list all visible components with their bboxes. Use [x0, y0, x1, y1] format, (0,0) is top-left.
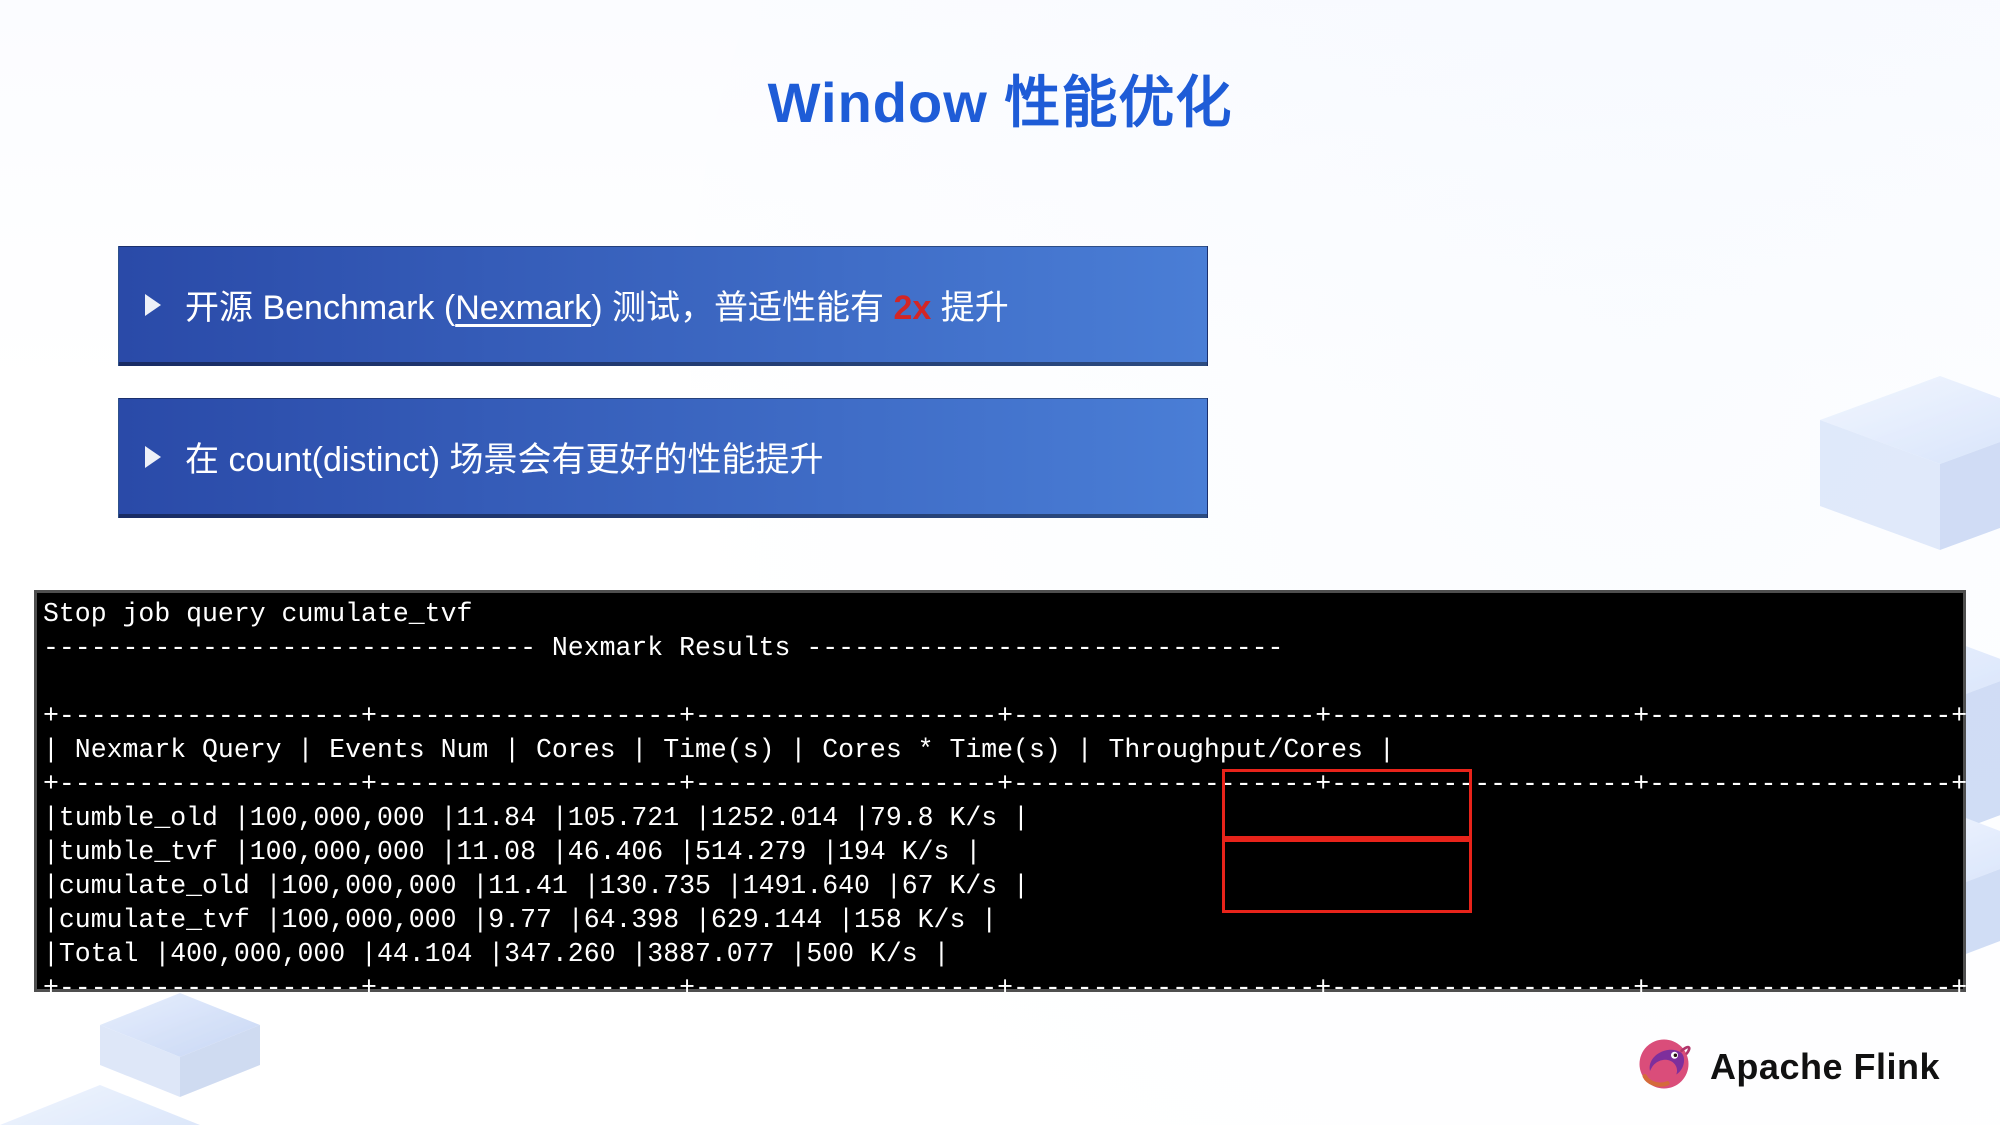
terminal-blank — [43, 665, 1957, 699]
terminal-header-row: | Nexmark Query | Events Num | Cores | T… — [43, 733, 1957, 767]
table-row: |tumble_tvf |100,000,000 |11.08 |46.406 … — [43, 835, 1957, 869]
bullet-list: 开源 Benchmark (Nexmark) 测试，普适性能有 2x 提升 在 … — [118, 246, 1208, 550]
bullet-1-link: Nexmark — [455, 289, 591, 327]
chevron-right-icon — [145, 294, 161, 316]
table-row: |cumulate_tvf |100,000,000 |9.77 |64.398… — [43, 903, 1957, 937]
terminal-line-hr: ------------------------------- Nexmark … — [43, 631, 1957, 665]
footer-brand: Apache Flink — [1636, 1036, 1940, 1097]
flink-logo-icon — [1636, 1036, 1692, 1097]
terminal-sep-mid: +-------------------+-------------------… — [43, 767, 1957, 801]
bullet-1: 开源 Benchmark (Nexmark) 测试，普适性能有 2x 提升 — [118, 246, 1208, 366]
bullet-1-text: 开源 Benchmark (Nexmark) 测试，普适性能有 2x 提升 — [185, 280, 1009, 329]
terminal-line-stop: Stop job query cumulate_tvf — [43, 597, 1957, 631]
bullet-1-highlight: 2x — [893, 289, 931, 327]
table-row: |cumulate_old |100,000,000 |11.41 |130.7… — [43, 869, 1957, 903]
bullet-1-pre: 开源 Benchmark ( — [185, 289, 455, 327]
footer-brand-text: Apache Flink — [1710, 1046, 1940, 1088]
table-row: |tumble_old |100,000,000 |11.84 |105.721… — [43, 801, 1957, 835]
bullet-1-mid: ) 测试，普适性能有 — [591, 289, 893, 327]
highlight-rect-2 — [1222, 839, 1472, 913]
terminal-sep-top: +-------------------+-------------------… — [43, 699, 1957, 733]
terminal-output: Stop job query cumulate_tvf ------------… — [37, 593, 1963, 1009]
terminal-panel: Stop job query cumulate_tvf ------------… — [34, 590, 1966, 992]
bullet-2-text: 在 count(distinct) 场景会有更好的性能提升 — [185, 432, 824, 481]
terminal-sep-bot: +-------------------+-------------------… — [43, 971, 1957, 1005]
table-row: |Total |400,000,000 |44.104 |347.260 |38… — [43, 937, 1957, 971]
slide-title: Window 性能优化 — [0, 58, 2000, 139]
chevron-right-icon — [145, 446, 161, 468]
highlight-rect-1 — [1222, 769, 1472, 839]
terminal-rows: |tumble_old |100,000,000 |11.84 |105.721… — [43, 801, 1957, 971]
bullet-1-post: 提升 — [931, 289, 1008, 327]
bullet-2: 在 count(distinct) 场景会有更好的性能提升 — [118, 398, 1208, 518]
